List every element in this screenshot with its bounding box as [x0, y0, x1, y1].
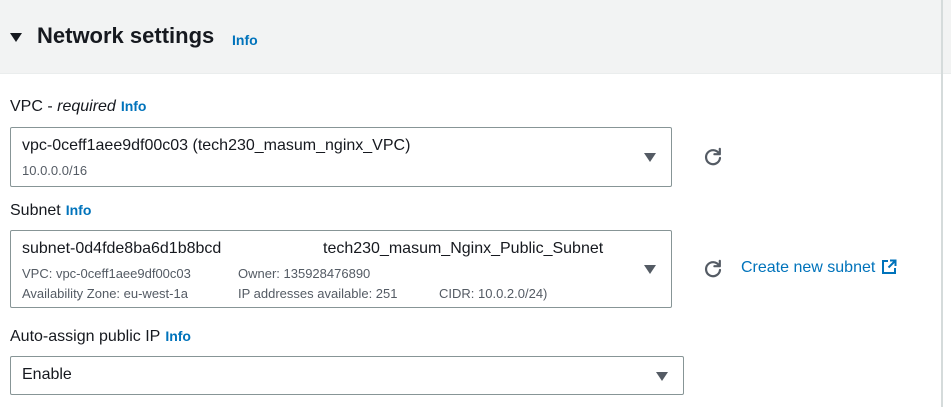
section-header[interactable]: Network settings Info [0, 0, 951, 74]
subnet-label: Subnet Info [10, 202, 91, 220]
scrollbar-edge [941, 0, 943, 407]
subnet-select[interactable]: subnet-0d4fde8ba6d1b8bcd tech230_masum_N… [10, 230, 672, 308]
caret-down-icon[interactable] [10, 33, 22, 42]
triangle-down-icon [644, 265, 656, 274]
subnet-id: subnet-0d4fde8ba6d1b8bcd [22, 240, 222, 257]
vpc-cidr: 10.0.0.0/16 [22, 163, 88, 178]
triangle-down-icon [656, 372, 668, 381]
vpc-select[interactable]: vpc-0ceff1aee9df00c03 (tech230_masum_ngi… [10, 127, 672, 187]
auto-assign-value: Enable [22, 366, 72, 383]
create-new-subnet-label: Create new subnet [741, 259, 876, 276]
external-link-icon [882, 259, 897, 274]
subnet-cidr: CIDR: 10.0.2.0/24) [439, 286, 548, 301]
subnet-ip-available: IP addresses available: 251 [238, 286, 398, 301]
subnet-availability-zone: Availability Zone: eu-west-1a [22, 286, 188, 301]
vpc-required-text: required [57, 98, 116, 115]
auto-assign-info-link[interactable]: Info [165, 328, 191, 344]
refresh-icon[interactable] [702, 258, 724, 280]
vpc-label: VPC - required Info [10, 98, 146, 116]
section-title: Network settings [37, 23, 215, 48]
auto-assign-select[interactable]: Enable [10, 356, 684, 395]
auto-assign-label: Auto-assign public IP Info [10, 328, 191, 346]
create-new-subnet-link[interactable]: Create new subnet [741, 259, 897, 277]
triangle-down-icon [644, 153, 656, 162]
vpc-info-link[interactable]: Info [121, 98, 147, 114]
subnet-owner: Owner: 135928476890 [238, 266, 371, 281]
subnet-vpc: VPC: vpc-0ceff1aee9df00c03 [22, 266, 191, 281]
refresh-icon[interactable] [702, 146, 724, 168]
subnet-label-text: Subnet [10, 202, 61, 219]
subnet-info-link[interactable]: Info [66, 202, 92, 218]
section-info-link[interactable]: Info [232, 32, 258, 48]
vpc-label-text: VPC - [10, 98, 58, 115]
subnet-name: tech230_masum_Nginx_Public_Subnet [323, 240, 604, 257]
auto-assign-label-text: Auto-assign public IP [10, 328, 161, 345]
vpc-selected-value: vpc-0ceff1aee9df00c03 (tech230_masum_ngi… [22, 137, 411, 154]
